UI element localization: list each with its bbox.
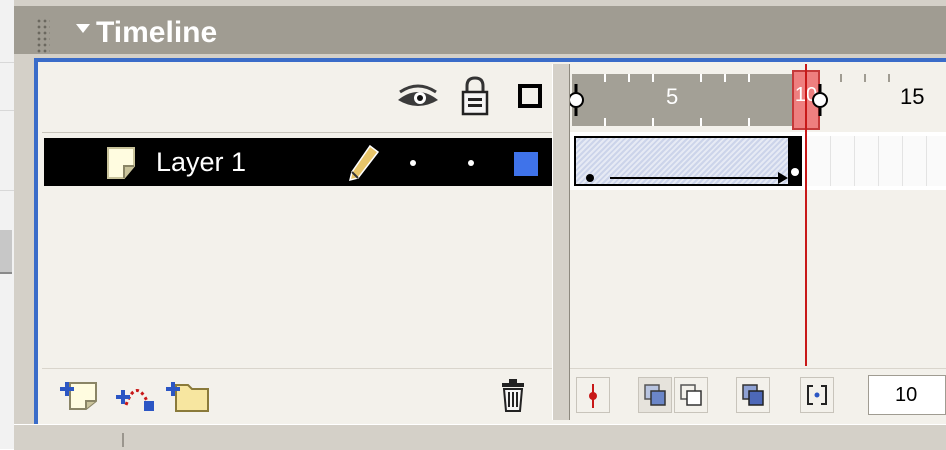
ruler-tick — [888, 74, 890, 82]
onion-skin-outlines-button[interactable] — [674, 377, 708, 413]
pencil-icon — [348, 144, 380, 182]
layer-page-icon — [107, 147, 135, 179]
playhead-line — [805, 64, 807, 366]
lock-dot[interactable] — [468, 160, 474, 166]
edit-multiple-frames-button[interactable] — [736, 377, 770, 413]
empty-frame-cells[interactable] — [806, 136, 946, 186]
background-row — [0, 230, 12, 274]
layer-toolbar — [42, 368, 552, 421]
frame-ruler[interactable]: 5 10 15 — [570, 64, 946, 132]
ruler-tick — [604, 74, 606, 82]
ruler-tick — [748, 74, 750, 82]
center-frame-button[interactable] — [576, 377, 610, 413]
ruler-tick — [864, 74, 866, 82]
ruler-tick — [700, 74, 702, 82]
background-app-strip — [0, 0, 14, 449]
layers-column: Layer 1 — [42, 64, 552, 421]
onion-outlines-icon — [680, 384, 702, 406]
insert-layer-icon[interactable] — [58, 377, 100, 413]
layer-frames-row[interactable] — [570, 134, 946, 190]
grip-icon[interactable] — [36, 18, 50, 54]
layer-outline-color[interactable] — [514, 152, 538, 176]
panel-splitter[interactable] — [552, 64, 570, 420]
ruler-onion-skin-band — [572, 74, 810, 126]
background-cell — [0, 150, 14, 191]
onion-skin-icon — [644, 384, 666, 406]
outline-icon[interactable] — [518, 84, 542, 108]
keyframe-dot — [791, 168, 799, 176]
ruler-label: 15 — [900, 84, 925, 109]
insert-folder-icon[interactable] — [164, 377, 212, 413]
ruler-tick — [700, 118, 702, 126]
timeline-panel: Timeline Layer 1 5 15 10 — [14, 0, 946, 450]
tween-arrowhead-icon — [778, 172, 788, 184]
panel-title: Timeline — [96, 16, 218, 49]
collapse-arrow-icon[interactable] — [76, 24, 90, 33]
layer-list-empty-area — [42, 188, 552, 368]
layer-name[interactable]: Layer 1 — [156, 146, 246, 178]
onion-start-marker-icon[interactable] — [570, 82, 590, 118]
tween-arrow — [610, 177, 784, 179]
ruler-tick — [840, 74, 842, 82]
layer-header — [42, 64, 552, 133]
panel-titlebar[interactable]: Timeline — [14, 6, 946, 54]
ruler-tick — [748, 118, 750, 126]
ruler-tick — [652, 118, 654, 126]
timeline-toolbar: 10 — [570, 368, 946, 420]
visibility-dot[interactable] — [410, 160, 416, 166]
footer-divider — [122, 433, 124, 447]
eye-icon[interactable] — [396, 84, 440, 112]
background-cell — [0, 22, 14, 63]
current-frame-field[interactable]: 10 — [868, 375, 946, 415]
ruler-tick — [652, 74, 654, 82]
ruler-tick — [724, 74, 726, 82]
timeline-body: Layer 1 5 15 10 — [34, 58, 946, 428]
ruler-tick — [628, 74, 630, 82]
onion-skin-button[interactable] — [638, 377, 672, 413]
ruler-tick — [604, 118, 606, 126]
ruler-label: 5 — [666, 84, 679, 109]
start-keyframe[interactable] — [586, 174, 594, 182]
edit-multiple-frames-icon — [742, 384, 764, 406]
add-motion-guide-icon[interactable] — [114, 377, 160, 413]
trash-icon[interactable] — [498, 377, 528, 413]
center-frame-icon — [589, 384, 597, 408]
frames-empty-area — [570, 190, 946, 368]
background-cell — [0, 70, 14, 111]
end-keyframe[interactable] — [788, 136, 802, 186]
panel-footer — [14, 424, 946, 450]
onion-end-marker-icon[interactable] — [808, 82, 832, 118]
motion-tween-span[interactable] — [574, 136, 790, 186]
modify-onion-markers-button[interactable] — [800, 377, 834, 413]
layer-row[interactable]: Layer 1 — [44, 138, 552, 186]
onion-markers-icon — [807, 385, 827, 405]
lock-icon[interactable] — [460, 76, 490, 116]
frames-area: 5 10 15 — [570, 64, 946, 420]
